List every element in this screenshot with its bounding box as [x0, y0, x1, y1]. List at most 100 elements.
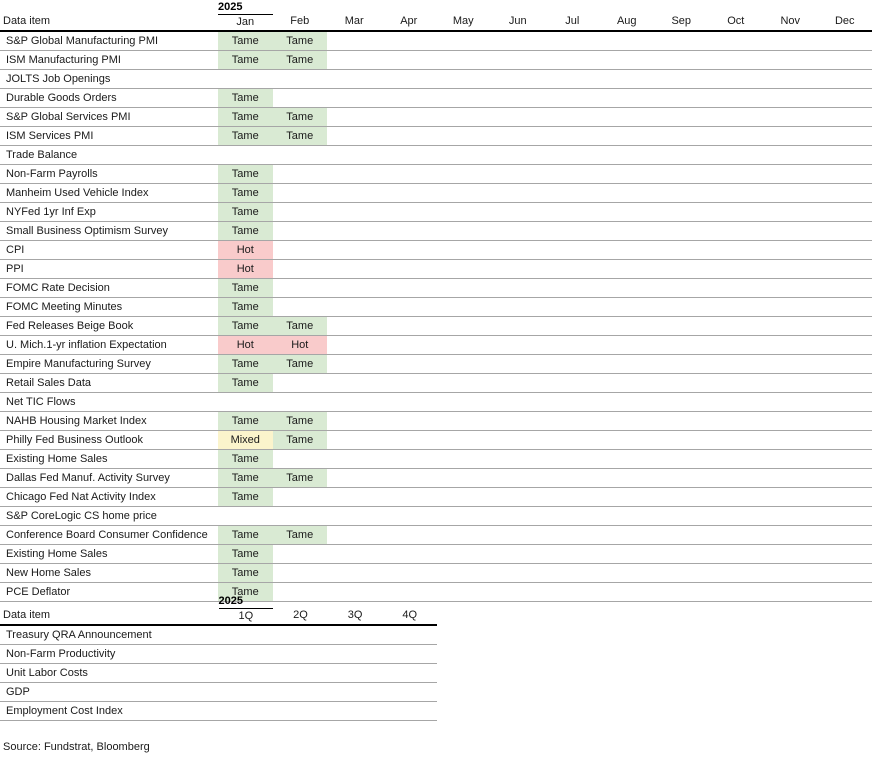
monthly-empty-cell — [545, 449, 600, 469]
monthly-empty-cell — [545, 183, 600, 203]
monthly-empty-cell — [490, 430, 545, 450]
quarterly-empty-cell — [382, 624, 437, 645]
monthly-empty-cell — [272, 221, 327, 241]
monthly-column-header-apr: Apr — [381, 14, 436, 32]
monthly-empty-cell — [436, 449, 491, 469]
monthly-empty-cell — [708, 487, 763, 507]
monthly-empty-cell — [381, 449, 436, 469]
monthly-empty-cell — [599, 278, 654, 298]
monthly-empty-cell — [817, 88, 872, 108]
monthly-empty-cell — [490, 392, 545, 412]
monthly-empty-cell — [381, 202, 436, 222]
monthly-empty-cell — [490, 278, 545, 298]
monthly-empty-cell — [599, 297, 654, 317]
table-row: Existing Home Sales Tame — [0, 544, 872, 564]
monthly-empty-cell — [272, 145, 327, 165]
monthly-empty-cell — [708, 411, 763, 431]
monthly-empty-cell — [327, 506, 382, 526]
monthly-empty-cell — [381, 50, 436, 70]
monthly-empty-cell — [599, 354, 654, 374]
monthly-empty-cell — [381, 221, 436, 241]
monthly-empty-cell — [708, 354, 763, 374]
monthly-empty-cell — [708, 69, 763, 89]
quarterly-row-header-label: Data item — [0, 608, 219, 626]
quarterly-empty-cell — [327, 701, 383, 721]
table-row: CPI Hot — [0, 240, 872, 260]
monthly-empty-cell — [545, 145, 600, 165]
monthly-empty-cell — [490, 297, 545, 317]
monthly-empty-cell — [545, 487, 600, 507]
monthly-empty-cell — [654, 69, 709, 89]
monthly-empty-cell — [490, 468, 545, 488]
monthly-row-label: U. Mich.1-yr inflation Expectation — [0, 335, 218, 355]
monthly-empty-cell — [327, 563, 382, 583]
monthly-empty-cell — [436, 164, 491, 184]
monthly-empty-cell — [763, 392, 818, 412]
quarterly-row-label: Employment Cost Index — [0, 701, 219, 721]
quarterly-empty-cell — [327, 644, 383, 664]
monthly-empty-cell — [654, 544, 709, 564]
monthly-empty-cell — [327, 259, 382, 279]
monthly-empty-cell — [327, 126, 382, 146]
monthly-empty-cell — [490, 335, 545, 355]
monthly-empty-cell — [381, 354, 436, 374]
monthly-empty-cell — [817, 69, 872, 89]
monthly-empty-cell — [436, 373, 491, 393]
monthly-empty-cell — [327, 107, 382, 127]
monthly-empty-cell — [327, 50, 382, 70]
table-row: JOLTS Job Openings — [0, 69, 872, 89]
monthly-empty-cell — [708, 316, 763, 336]
monthly-empty-cell — [654, 278, 709, 298]
monthly-empty-cell — [708, 164, 763, 184]
monthly-row-label: FOMC Rate Decision — [0, 278, 218, 298]
monthly-row-label: ISM Services PMI — [0, 126, 218, 146]
table-row: Fed Releases Beige Book Tame Tame — [0, 316, 872, 336]
monthly-empty-cell — [545, 411, 600, 431]
monthly-empty-cell — [327, 373, 382, 393]
monthly-row-label: NYFed 1yr Inf Exp — [0, 202, 218, 222]
monthly-empty-cell — [436, 202, 491, 222]
quarterly-empty-cell — [382, 663, 437, 683]
monthly-empty-cell — [436, 354, 491, 374]
monthly-row-label: NAHB Housing Market Index — [0, 411, 218, 431]
monthly-row-label: ISM Manufacturing PMI — [0, 50, 218, 70]
monthly-empty-cell — [327, 240, 382, 260]
monthly-status-cell: Tame — [218, 411, 273, 431]
monthly-empty-cell — [490, 582, 545, 602]
monthly-empty-cell — [327, 278, 382, 298]
monthly-status-cell: Tame — [218, 30, 273, 51]
monthly-status-cell: Tame — [218, 297, 273, 317]
monthly-empty-cell — [490, 506, 545, 526]
monthly-empty-cell — [599, 430, 654, 450]
monthly-empty-cell — [654, 487, 709, 507]
monthly-empty-cell — [327, 202, 382, 222]
monthly-empty-cell — [763, 487, 818, 507]
monthly-row-label: Non-Farm Payrolls — [0, 164, 218, 184]
monthly-column-header-jun: Jun — [490, 14, 545, 32]
table-row: Net TIC Flows — [0, 392, 872, 412]
monthly-empty-cell — [708, 373, 763, 393]
monthly-status-cell: Tame — [272, 30, 327, 51]
monthly-empty-cell — [599, 506, 654, 526]
monthly-empty-cell — [381, 487, 436, 507]
monthly-empty-cell — [545, 392, 600, 412]
quarterly-row-label: Unit Labor Costs — [0, 663, 219, 683]
monthly-empty-cell — [599, 107, 654, 127]
monthly-empty-cell — [327, 411, 382, 431]
monthly-status-cell: Tame — [218, 525, 273, 545]
monthly-empty-cell — [545, 278, 600, 298]
monthly-empty-cell — [490, 316, 545, 336]
monthly-empty-cell — [272, 259, 327, 279]
monthly-empty-cell — [817, 373, 872, 393]
monthly-empty-cell — [436, 563, 491, 583]
monthly-empty-cell — [599, 240, 654, 260]
monthly-empty-cell — [599, 30, 654, 51]
monthly-empty-cell — [654, 183, 709, 203]
monthly-empty-cell — [436, 126, 491, 146]
monthly-empty-cell — [327, 145, 382, 165]
table-row: Trade Balance — [0, 145, 872, 165]
monthly-empty-cell — [545, 164, 600, 184]
monthly-empty-cell — [708, 278, 763, 298]
table-row: Manheim Used Vehicle Index Tame — [0, 183, 872, 203]
monthly-column-header-aug: Aug — [599, 14, 654, 32]
